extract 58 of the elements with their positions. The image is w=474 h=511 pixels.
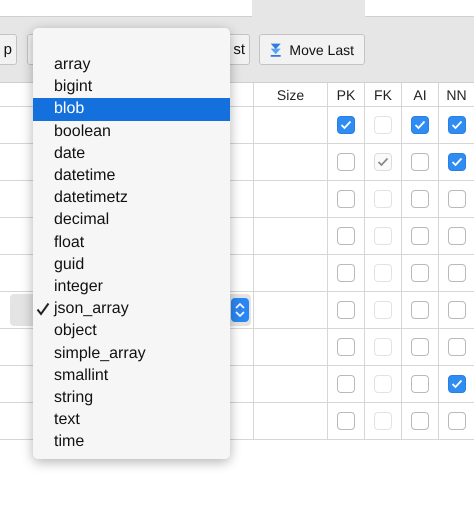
checkbox[interactable] — [448, 338, 466, 356]
checkbox[interactable] — [411, 375, 429, 393]
column-header[interactable]: FK — [365, 83, 402, 106]
menu-item[interactable]: date — [33, 142, 230, 165]
column-header[interactable]: PK — [328, 83, 365, 106]
menu-item[interactable]: object — [33, 320, 230, 342]
checkbox[interactable] — [337, 227, 355, 245]
column-header[interactable]: AI — [402, 83, 439, 106]
checkbox[interactable] — [448, 264, 466, 282]
move-last-button[interactable]: Move Last — [259, 34, 365, 65]
menu-item[interactable]: decimal — [33, 209, 230, 232]
menu-item[interactable]: blob — [33, 98, 230, 121]
menu-item[interactable]: text — [33, 409, 230, 432]
menu-item[interactable]: string — [33, 386, 230, 409]
checkbox[interactable] — [448, 153, 466, 171]
checkbox[interactable] — [411, 338, 429, 356]
checkbox[interactable] — [337, 264, 355, 282]
toolbar-button[interactable]: p — [0, 34, 17, 65]
checkbox[interactable] — [337, 375, 355, 393]
checkbox[interactable] — [337, 301, 355, 319]
menu-item[interactable]: float — [33, 232, 230, 254]
menu-item[interactable]: bigint — [33, 76, 230, 98]
menu-item[interactable]: array — [33, 54, 230, 76]
check-icon — [377, 157, 389, 167]
checkbox[interactable] — [411, 301, 429, 319]
menu-item[interactable]: time — [33, 431, 230, 454]
menu-item[interactable]: guid — [33, 254, 230, 276]
menu-item[interactable]: datetime — [33, 164, 230, 188]
check-icon — [450, 120, 462, 130]
checkbox[interactable] — [337, 116, 355, 134]
checkbox[interactable] — [411, 116, 429, 134]
checkbox[interactable] — [411, 190, 429, 208]
checkbox[interactable] — [448, 116, 466, 134]
checkbox[interactable] — [337, 412, 355, 430]
check-icon — [340, 120, 352, 130]
checkbox[interactable] — [448, 190, 466, 208]
menu-item[interactable]: datetimetz — [33, 187, 230, 210]
checkbox[interactable] — [337, 190, 355, 208]
checkbox[interactable] — [411, 227, 429, 245]
checkbox[interactable] — [448, 375, 466, 393]
column-header[interactable]: NN — [439, 83, 474, 106]
menu-item[interactable]: json_array — [33, 298, 230, 320]
menu-item[interactable]: boolean — [33, 120, 230, 143]
menu-item[interactable]: smallint — [33, 364, 230, 387]
checkbox[interactable] — [411, 264, 429, 282]
menu-item[interactable]: simple_array — [33, 342, 230, 365]
checkbox[interactable] — [448, 412, 466, 430]
check-icon — [414, 120, 426, 130]
check-icon — [450, 157, 462, 167]
checkbox[interactable] — [411, 153, 429, 171]
checkbox[interactable] — [411, 412, 429, 430]
checkbox[interactable] — [337, 338, 355, 356]
checkbox[interactable] — [337, 153, 355, 171]
checkbox[interactable] — [448, 227, 466, 245]
checkbox[interactable] — [448, 301, 466, 319]
column-header[interactable]: Size — [254, 83, 328, 106]
check-icon — [450, 379, 462, 389]
menu-item[interactable]: integer — [33, 276, 230, 298]
